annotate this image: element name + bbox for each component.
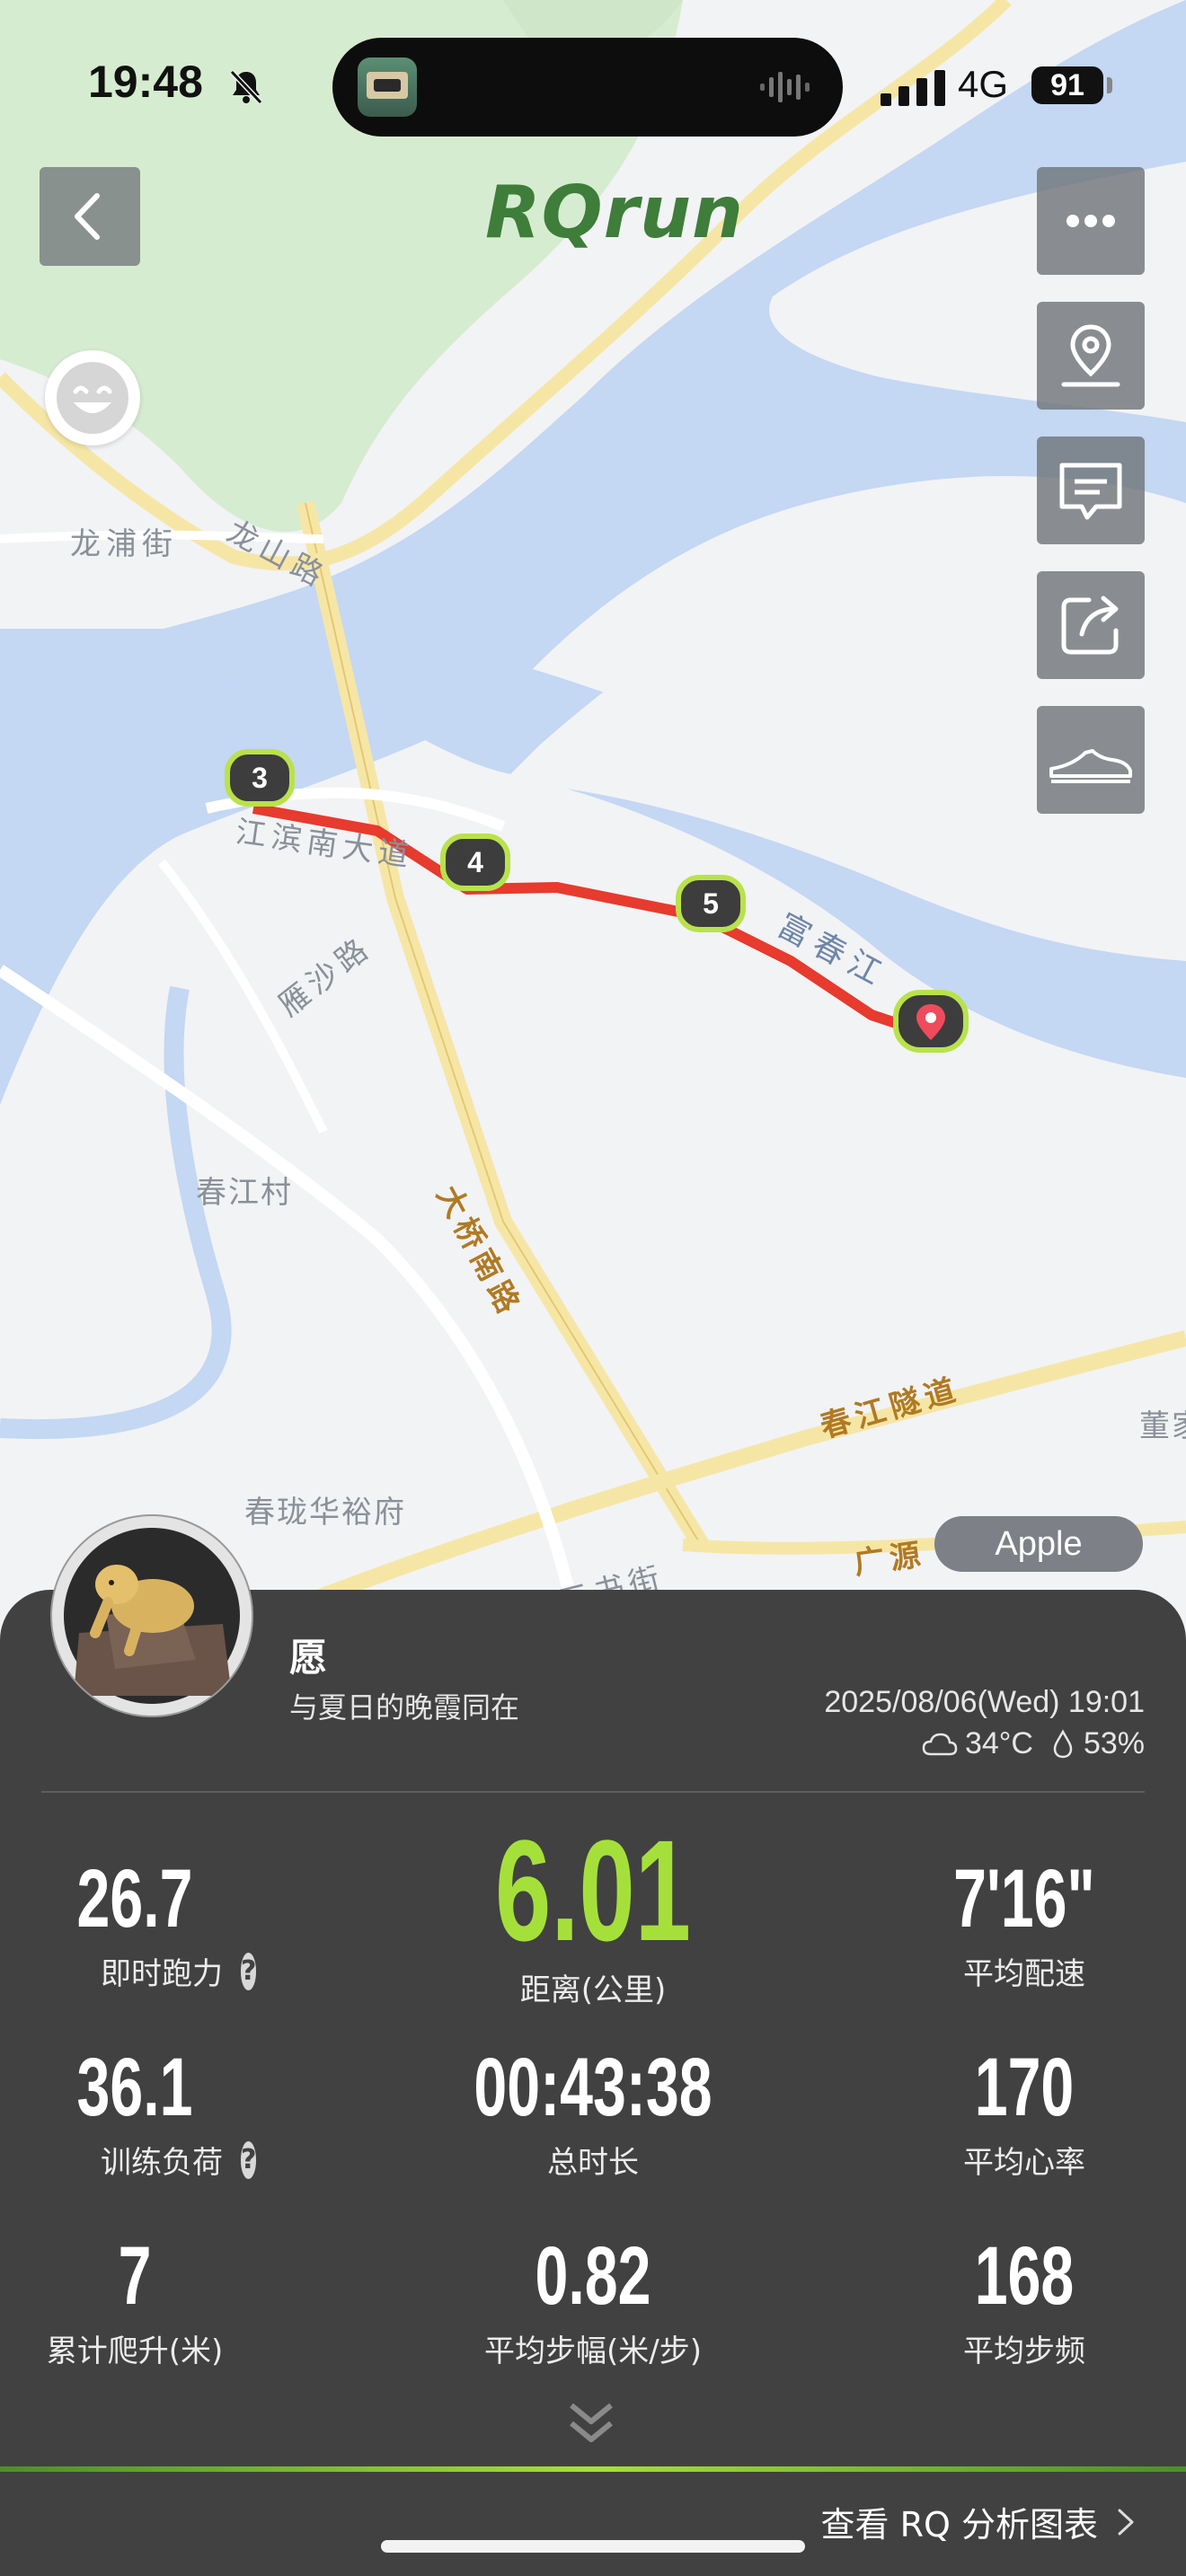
stat-value: 36.1 — [76, 2042, 193, 2133]
km-marker-3[interactable]: 3 — [225, 749, 295, 807]
stat-label: 累计爬升(米) — [46, 2333, 224, 2369]
stat-distance: 6.01 距离(公里) — [413, 1810, 773, 2009]
stat-label: 即时跑力 — [101, 1956, 223, 1992]
stat-value: 6.01 — [495, 1810, 691, 1971]
stat-label: 距离(公里) — [519, 1972, 667, 2008]
humidity-drop-icon — [1053, 1728, 1073, 1758]
map-label-huayu: 春珑华裕府 — [244, 1495, 406, 1531]
view-rq-charts-link[interactable]: 查看 RQ 分析图表 — [821, 2497, 1136, 2546]
brand-logo: RQrun — [485, 171, 744, 254]
stat-value: 170 — [974, 2042, 1075, 2133]
weather-info: 34°C 53% — [922, 1726, 1145, 1761]
map-pin-icon — [1061, 324, 1120, 387]
audio-wave-icon — [760, 72, 810, 102]
bell-off-icon — [229, 69, 263, 105]
cassette-app-icon — [358, 57, 417, 117]
signal-icon — [881, 70, 945, 106]
stat-avg-heart-rate: 170 平均心率 — [898, 2044, 1150, 2182]
humidity: 53% — [1083, 1726, 1145, 1760]
message-icon — [1059, 463, 1122, 520]
stat-training-load: 36.1 训练负荷 ? — [18, 2042, 257, 2182]
help-icon[interactable]: ? — [241, 1952, 257, 1990]
running-shoe-icon — [1049, 749, 1132, 783]
home-indicator[interactable] — [381, 2540, 805, 2553]
km-marker-5[interactable]: 5 — [676, 875, 746, 932]
stat-label: 训练负荷 — [101, 2145, 223, 2181]
stat-value: 26.7 — [76, 1853, 193, 1945]
user-avatar[interactable] — [52, 1516, 252, 1716]
share-icon — [1061, 595, 1119, 655]
more-button[interactable] — [1037, 167, 1145, 275]
smiley-avatar[interactable] — [45, 350, 140, 446]
map-label-dong: 董家 — [1139, 1408, 1186, 1444]
map-label-chunjiang-village: 春江村 — [196, 1175, 293, 1211]
stat-value: 7 — [118, 2230, 152, 2322]
finish-marker[interactable] — [893, 990, 969, 1053]
stat-running-power: 26.7 即时跑力 ? — [18, 1853, 257, 1993]
cta-label: 查看 RQ 分析图表 — [820, 2505, 1098, 2545]
map-label-longpu: 龙浦街 — [70, 526, 178, 562]
shoe-button[interactable] — [1037, 706, 1145, 814]
back-button[interactable] — [40, 167, 140, 266]
dog-photo — [52, 1516, 252, 1716]
map-location-button[interactable] — [1037, 302, 1145, 410]
dynamic-island[interactable] — [332, 38, 843, 137]
stat-label: 平均心率 — [963, 2145, 1085, 2181]
stat-avg-pace: 7'16" 平均配速 — [898, 1856, 1150, 1993]
run-date: 2025/08/06(Wed) 19:01 — [824, 1685, 1145, 1719]
stat-avg-cadence: 168 平均步频 — [898, 2233, 1150, 2370]
stat-value: 0.82 — [535, 2230, 651, 2322]
location-pin-icon — [916, 1004, 945, 1040]
user-motto: 与夏日的晚霞同在 — [289, 1690, 520, 1725]
user-name: 愿 — [289, 1636, 328, 1680]
stat-avg-stride: 0.82 平均步幅(米/步) — [413, 2233, 773, 2370]
stat-value: 168 — [974, 2230, 1075, 2322]
km-marker-4[interactable]: 4 — [440, 834, 510, 891]
accent-divider — [0, 2466, 1186, 2472]
expand-chevron-icon[interactable] — [566, 2400, 616, 2447]
help-icon[interactable]: ? — [241, 2140, 257, 2179]
stat-value: 7'16" — [953, 1853, 1095, 1945]
status-time: 19:48 — [88, 57, 203, 107]
stat-label: 总时长 — [547, 2145, 639, 2181]
stat-total-time: 00:43:38 总时长 — [413, 2044, 773, 2182]
battery-level: 91 — [1031, 66, 1103, 104]
smiley-icon — [57, 362, 128, 434]
network-type: 4G — [958, 63, 1009, 105]
chevron-left-icon — [75, 193, 100, 240]
comment-button[interactable] — [1037, 437, 1145, 544]
stat-label: 平均步频 — [963, 2333, 1085, 2369]
stat-label: 平均配速 — [963, 1956, 1085, 1992]
more-dots-icon — [1067, 215, 1115, 227]
chevron-right-icon — [1118, 2509, 1134, 2535]
stat-elevation-gain: 7 累计爬升(米) — [18, 2233, 252, 2370]
panel-divider — [41, 1791, 1145, 1793]
share-button[interactable] — [1037, 571, 1145, 679]
battery-cap — [1107, 77, 1112, 93]
stat-value: 00:43:38 — [474, 2042, 712, 2133]
temperature: 34°C — [964, 1726, 1033, 1760]
map-source-badge: Apple — [934, 1516, 1143, 1572]
cloud-icon — [922, 1733, 958, 1755]
stat-label: 平均步幅(米/步) — [484, 2333, 702, 2369]
